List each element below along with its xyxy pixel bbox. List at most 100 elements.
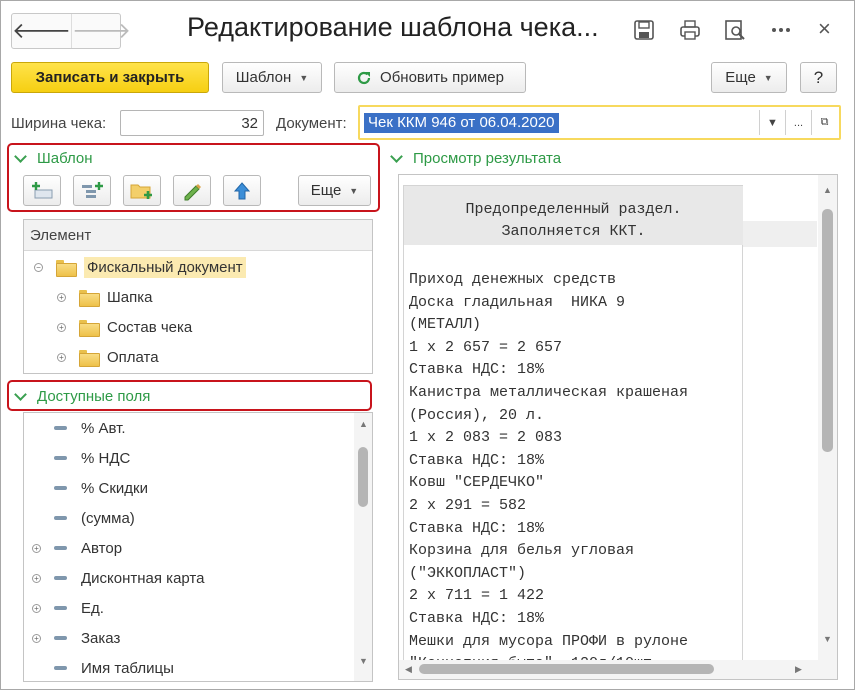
preview-group-title: Просмотр результата bbox=[413, 150, 562, 167]
receipt-line: (МЕТАЛЛ) bbox=[409, 316, 482, 334]
receipt-line: Ставка НДС: 18% bbox=[409, 519, 545, 537]
field-row[interactable]: % НДС bbox=[32, 443, 130, 473]
tree-row-label: Шапка bbox=[107, 288, 153, 306]
back-arrow-icon[interactable]: 🡐 bbox=[12, 14, 71, 48]
field-row[interactable]: + Ед. bbox=[32, 593, 104, 623]
tree-row[interactable]: − Фискальный документ bbox=[34, 252, 246, 282]
field-icon bbox=[54, 576, 67, 580]
scroll-left-arrow-icon[interactable]: ◀ bbox=[405, 664, 412, 675]
expand-icon[interactable]: + bbox=[32, 633, 41, 643]
expand-icon[interactable]: + bbox=[57, 292, 66, 302]
document-field[interactable]: Чек ККМ 946 от 06.04.2020 ▼ ... ⧉ bbox=[358, 105, 841, 140]
add-element-button[interactable] bbox=[23, 175, 61, 206]
refresh-sample-button[interactable]: Обновить пример bbox=[334, 62, 526, 93]
dropdown-arrow-icon: ▼ bbox=[763, 72, 773, 83]
receipt-line: Доска гладильная НИКА 9 bbox=[409, 293, 626, 311]
fields-scrollbar-thumb[interactable] bbox=[358, 447, 368, 507]
template-more-button[interactable]: Еще ▼ bbox=[298, 175, 371, 206]
field-row[interactable]: + Дисконтная карта bbox=[32, 563, 204, 593]
receipt-line: Канистра металлическая крашеная bbox=[409, 383, 689, 401]
document-field-buttons: ▼ ... ⧉ bbox=[759, 110, 837, 135]
add-child-icon bbox=[82, 181, 103, 198]
tree-row-label: Фискальный документ bbox=[84, 256, 246, 278]
fields-scrollbar[interactable]: ▲ ▼ bbox=[354, 413, 372, 681]
receipt-line: Ковш "СЕРДЕЧКО" bbox=[409, 474, 545, 492]
field-icon bbox=[54, 636, 67, 640]
fields-group-title: Доступные поля bbox=[37, 388, 151, 405]
field-row[interactable]: % Авт. bbox=[32, 413, 126, 443]
receipt-line: ("ЭККОПЛАСТ") bbox=[409, 564, 527, 582]
print-preview-icon[interactable] bbox=[724, 19, 746, 41]
template-group-title: Шаблон bbox=[37, 150, 93, 167]
tree-row[interactable]: + Шапка bbox=[57, 282, 152, 312]
refresh-sample-label: Обновить пример bbox=[380, 69, 504, 86]
field-row[interactable]: + Заказ bbox=[32, 623, 120, 653]
field-row[interactable]: + Автор bbox=[32, 533, 122, 563]
preview-vertical-scrollbar[interactable]: ▲ ▼ bbox=[818, 175, 837, 660]
receipt-line: 2 x 291 = 582 bbox=[409, 496, 527, 514]
refresh-icon bbox=[357, 71, 371, 84]
field-icon bbox=[54, 606, 67, 610]
more-menu-button[interactable]: Еще ▼ bbox=[711, 62, 787, 93]
forward-arrow-icon[interactable]: 🡒 bbox=[71, 14, 131, 48]
template-menu-label: Шаблон bbox=[235, 69, 292, 86]
receipt-line: Ставка НДС: 18% bbox=[409, 609, 545, 627]
ellipsis-icon[interactable]: ... bbox=[785, 110, 811, 135]
preview-vscroll-thumb[interactable] bbox=[822, 209, 833, 452]
field-icon bbox=[54, 666, 67, 670]
folder-icon bbox=[79, 349, 100, 367]
print-icon[interactable] bbox=[679, 19, 701, 41]
chevron-down-icon bbox=[14, 149, 27, 163]
scroll-right-arrow-icon[interactable]: ▶ bbox=[795, 664, 802, 675]
move-up-button[interactable] bbox=[223, 175, 261, 206]
template-menu-button[interactable]: Шаблон ▼ bbox=[222, 62, 322, 93]
expand-icon[interactable]: + bbox=[32, 573, 41, 583]
more-actions-icon[interactable] bbox=[770, 19, 792, 41]
scroll-down-arrow-icon[interactable]: ▼ bbox=[823, 634, 832, 644]
save-and-close-label: Записать и закрыть bbox=[35, 69, 185, 86]
receipt-header: Предопределенный раздел. Заполняется ККТ… bbox=[404, 186, 743, 245]
expand-icon[interactable]: + bbox=[57, 352, 66, 362]
receipt-width-label: Ширина чека: bbox=[11, 115, 107, 132]
help-button[interactable]: ? bbox=[800, 62, 837, 93]
tree-row[interactable]: + Оплата bbox=[57, 342, 159, 372]
expand-icon[interactable]: + bbox=[32, 543, 41, 553]
field-row[interactable]: % Скидки bbox=[32, 473, 148, 503]
save-icon[interactable] bbox=[633, 19, 655, 41]
receipt-line: 1 x 2 657 = 2 657 bbox=[409, 338, 563, 356]
scroll-up-arrow-icon[interactable]: ▲ bbox=[359, 419, 368, 429]
receipt-line: Ставка НДС: 18% bbox=[409, 451, 545, 469]
field-row[interactable]: Имя таблицы bbox=[32, 653, 174, 681]
collapse-icon[interactable]: − bbox=[34, 262, 43, 272]
receipt-width-field[interactable]: 32 bbox=[120, 110, 264, 136]
field-icon bbox=[54, 426, 67, 430]
dropdown-arrow-icon[interactable]: ▼ bbox=[759, 110, 785, 135]
expand-icon[interactable]: + bbox=[57, 322, 66, 332]
preview-hscroll-thumb[interactable] bbox=[419, 664, 714, 674]
template-tree: Элемент − Фискальный документ + Шапка + … bbox=[23, 219, 373, 374]
scroll-up-arrow-icon[interactable]: ▲ bbox=[823, 185, 832, 195]
edit-button[interactable] bbox=[173, 175, 211, 206]
tree-row-label: Оплата bbox=[107, 348, 159, 366]
open-icon[interactable]: ⧉ bbox=[811, 110, 837, 135]
add-group-button[interactable] bbox=[123, 175, 161, 206]
receipt-lines: Приход денежных средств Доска гладильная … bbox=[409, 269, 739, 676]
close-icon[interactable]: × bbox=[818, 16, 831, 42]
column-header-element: Элемент bbox=[24, 220, 372, 251]
field-label: % Авт. bbox=[81, 419, 126, 437]
field-icon bbox=[54, 486, 67, 490]
template-group-header[interactable]: Шаблон bbox=[14, 149, 93, 167]
folder-icon bbox=[79, 319, 100, 337]
preview-horizontal-scrollbar[interactable]: ◀ ▶ bbox=[399, 660, 837, 679]
fields-group-header[interactable]: Доступные поля bbox=[14, 387, 151, 405]
chevron-down-icon bbox=[390, 149, 403, 163]
add-child-element-button[interactable] bbox=[73, 175, 111, 206]
scroll-down-arrow-icon[interactable]: ▼ bbox=[359, 656, 368, 666]
field-row[interactable]: (сумма) bbox=[32, 503, 135, 533]
expand-icon[interactable]: + bbox=[32, 603, 41, 613]
preview-group-header[interactable]: Просмотр результата bbox=[390, 149, 562, 167]
tree-row[interactable]: + Состав чека bbox=[57, 312, 192, 342]
add-element-icon bbox=[32, 181, 53, 198]
chevron-down-icon bbox=[14, 387, 27, 401]
save-and-close-button[interactable]: Записать и закрыть bbox=[11, 62, 209, 93]
